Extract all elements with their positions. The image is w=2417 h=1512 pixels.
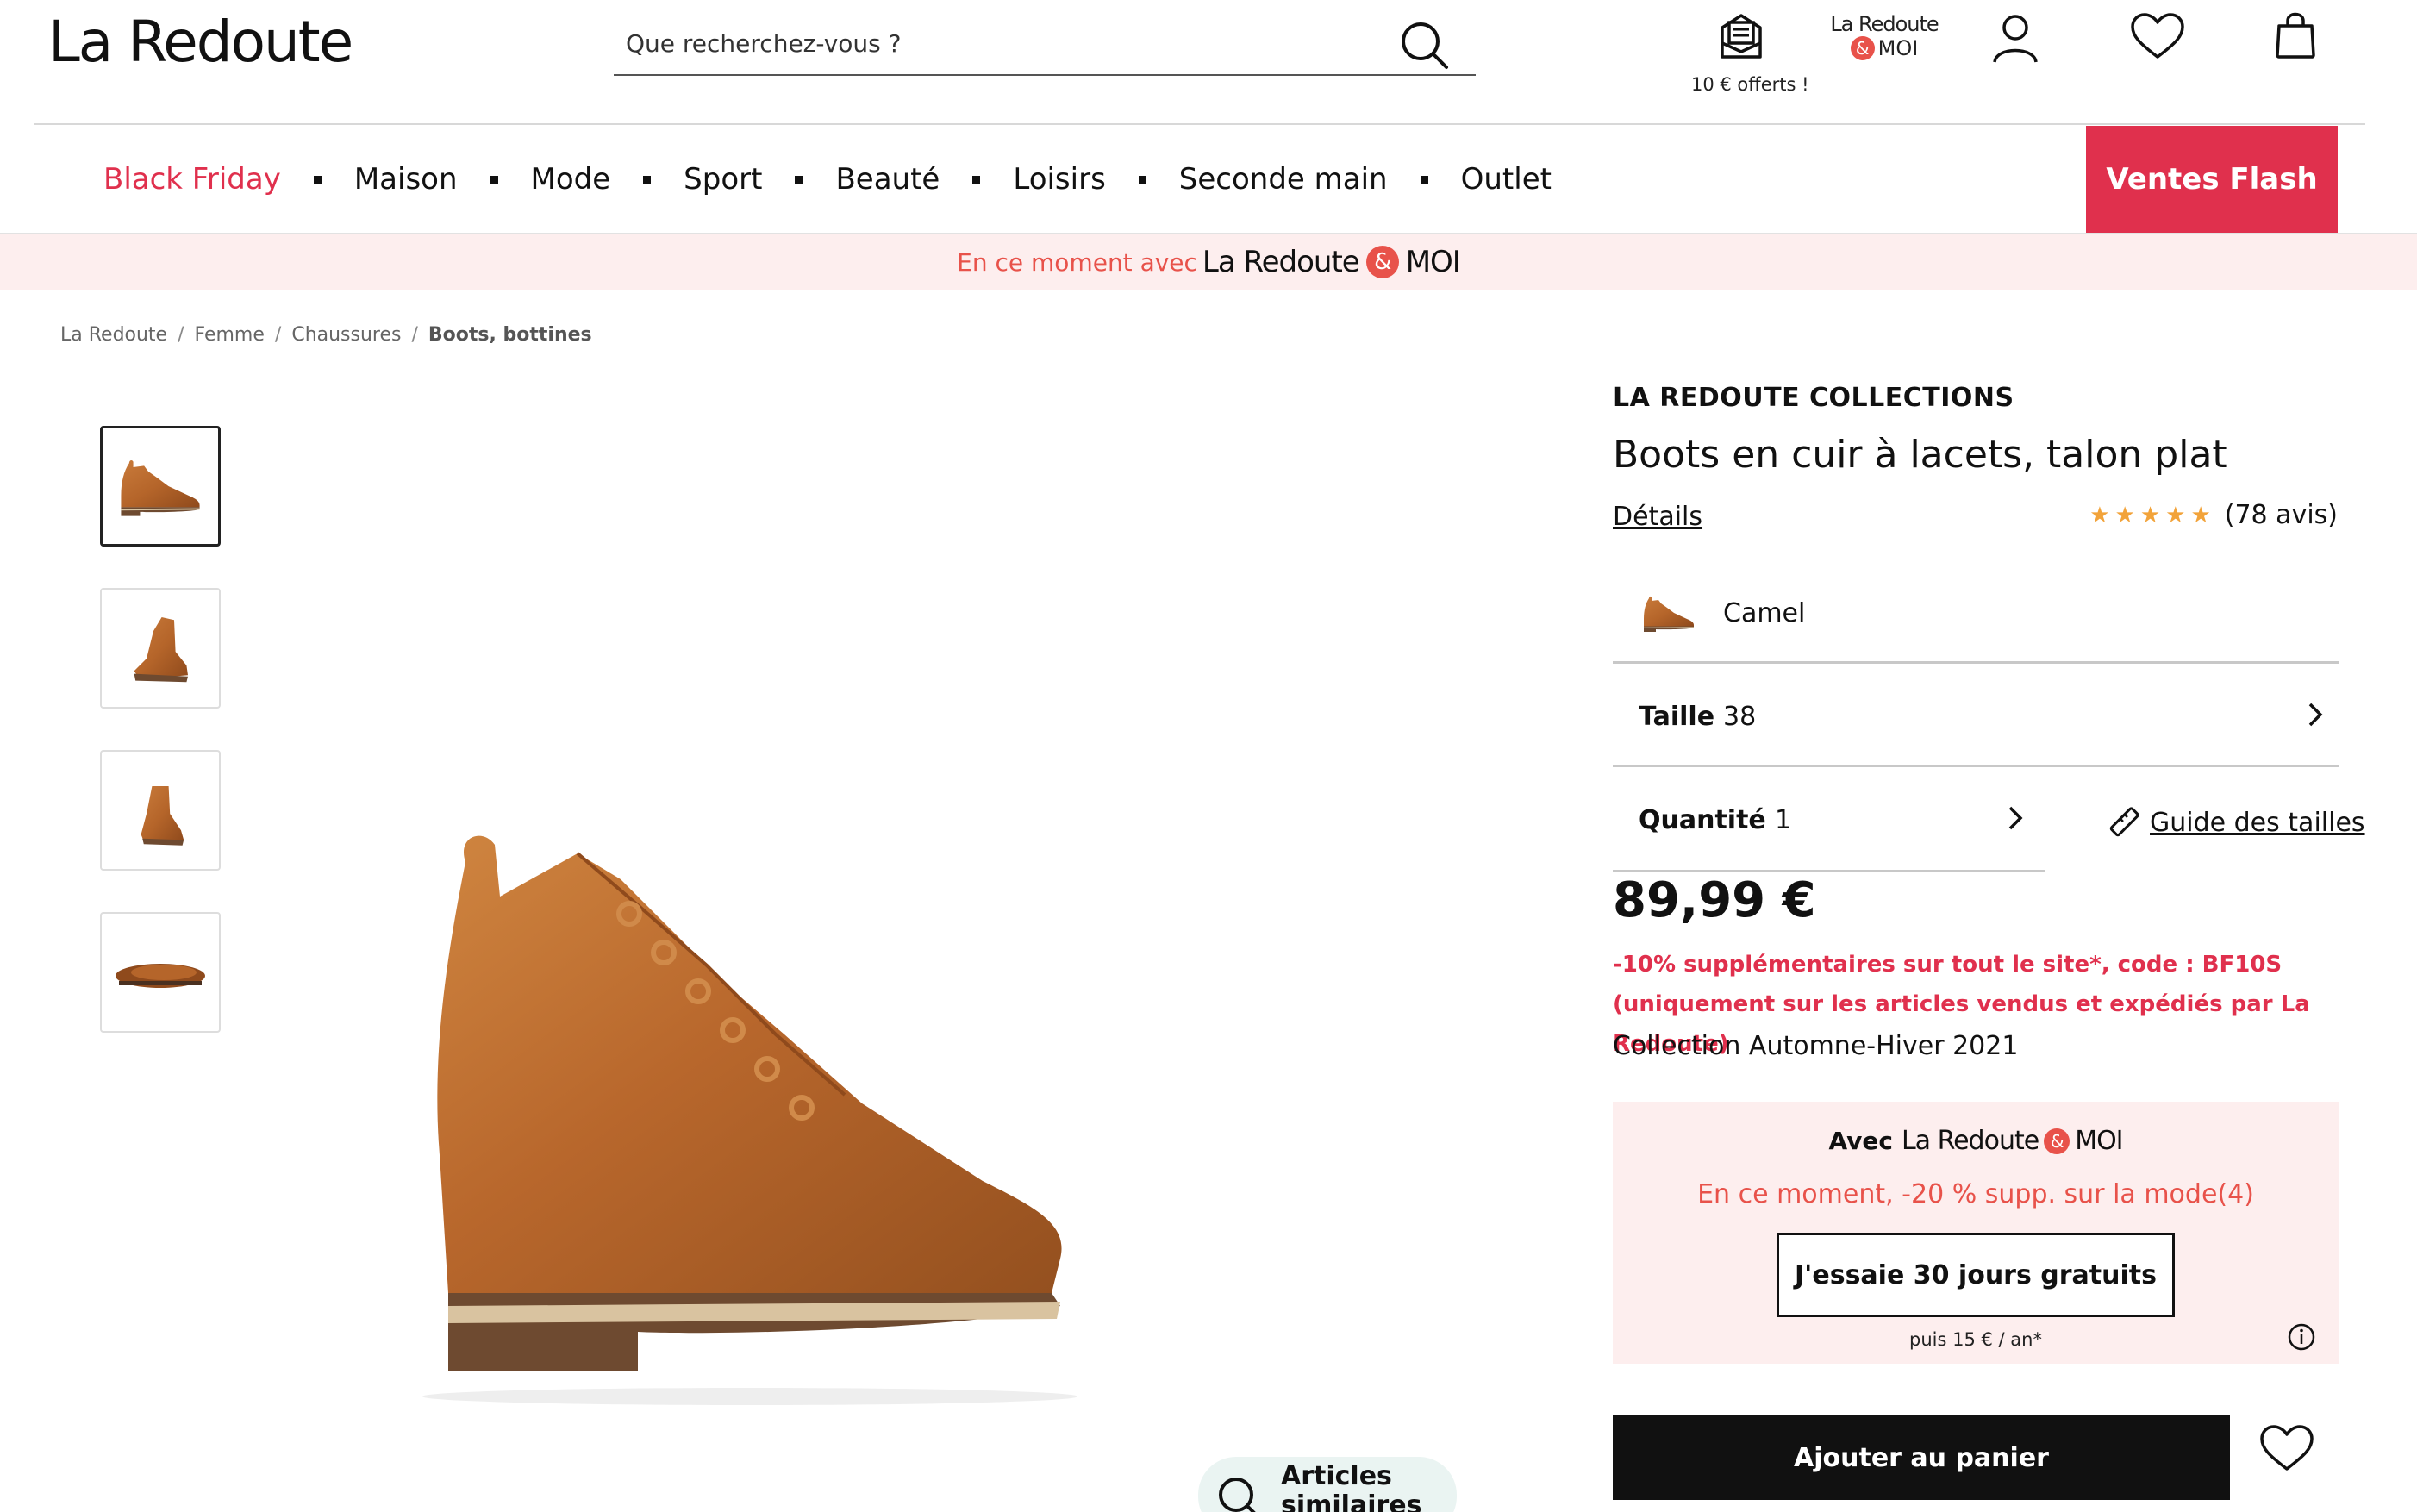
promo-ampersand: & xyxy=(1365,246,1399,278)
rating-count: (78 avis) xyxy=(2224,500,2338,530)
site-logo[interactable]: La Redoute xyxy=(48,9,353,75)
boot-sole-thumbnail xyxy=(116,964,205,988)
rating-stars: ★★★★★ xyxy=(2089,502,2216,528)
moi-logo-brand: La Redoute xyxy=(1830,12,1939,36)
size-value: 38 xyxy=(1723,702,1757,732)
ventes-flash-button[interactable]: Ventes Flash xyxy=(2086,126,2338,233)
breadcrumb-separator: / xyxy=(274,324,282,346)
nav-item-loisirs[interactable]: Loisirs xyxy=(1013,162,1105,197)
moi-logo[interactable]: La Redoute & MOI xyxy=(1824,12,1945,64)
nav-separator xyxy=(313,175,322,184)
breadcrumb-item-home[interactable]: La Redoute xyxy=(60,324,167,346)
add-to-cart-button[interactable]: Ajouter au panier xyxy=(1613,1415,2230,1500)
promo-brand-moi: MOI xyxy=(1405,245,1461,279)
moi-promo-banner[interactable]: En ce moment avec La Redoute & MOI xyxy=(0,233,2417,290)
free-trial-button[interactable]: J'essaie 30 jours gratuits xyxy=(1777,1233,2175,1317)
product-title: Boots en cuir à lacets, talon plat xyxy=(1613,433,2227,477)
breadcrumb-separator: / xyxy=(411,324,418,346)
similar-articles-label: Articles similaires xyxy=(1281,1461,1422,1512)
product-price: 89,99 € xyxy=(1613,872,1816,928)
moi-box-offer: En ce moment, -20 % supp. sur la mode(4) xyxy=(1697,1179,2254,1209)
quantity-selector[interactable]: Quantité 1 xyxy=(1613,767,2045,872)
cart-button[interactable] xyxy=(2274,10,2317,62)
quantity-label: Quantité xyxy=(1639,805,1766,835)
product-brand[interactable]: LA REDOUTE COLLECTIONS xyxy=(1613,383,2014,413)
nav-separator xyxy=(1420,175,1428,184)
search-button[interactable] xyxy=(1396,17,1452,72)
moi-box-brand-name: La Redoute xyxy=(1901,1126,2039,1156)
user-icon xyxy=(1993,15,2038,63)
nav-item-outlet[interactable]: Outlet xyxy=(1461,162,1552,197)
nav-item-beaute[interactable]: Beauté xyxy=(835,162,940,197)
product-main-image[interactable] xyxy=(379,810,1414,1414)
search-input[interactable] xyxy=(626,19,1367,67)
moi-box-brand: La Redoute & MOI xyxy=(1901,1126,2124,1156)
chevron-right-icon xyxy=(2308,703,2323,727)
search-icon xyxy=(1402,22,1448,69)
chevron-right-icon xyxy=(2008,806,2023,830)
nav-separator xyxy=(1138,175,1146,184)
moi-box-ampersand: & xyxy=(2044,1128,2070,1154)
moi-box-price-after: puis 15 € / an* xyxy=(1909,1329,2042,1350)
nav-item-seconde-main[interactable]: Seconde main xyxy=(1179,162,1388,197)
color-value: Camel xyxy=(1723,598,1806,628)
collection-label: Collection Automne-Hiver 2021 xyxy=(1613,1031,2019,1061)
nav-item-mode[interactable]: Mode xyxy=(531,162,611,197)
boot-side-thumbnail xyxy=(121,460,200,516)
info-icon[interactable] xyxy=(2287,1322,2316,1352)
moi-logo-moi: MOI xyxy=(1877,36,1919,60)
product-thumbnail-1[interactable] xyxy=(100,426,221,547)
offer-label[interactable]: 10 € offerts ! xyxy=(1691,74,1809,95)
color-swatch-camel xyxy=(1644,596,1694,632)
ruler-icon xyxy=(2109,807,2139,837)
promo-brand-name: La Redoute xyxy=(1202,245,1360,279)
gift-card-icon xyxy=(1721,14,1762,59)
product-thumbnail-4[interactable] xyxy=(100,912,221,1033)
main-nav: Black Friday Maison Mode Sport Beauté Lo… xyxy=(103,152,1552,207)
breadcrumb-item-current: Boots, bottines xyxy=(428,324,592,346)
breadcrumb-separator: / xyxy=(178,324,184,346)
product-thumbnail-3[interactable] xyxy=(100,750,221,871)
nav-separator xyxy=(490,175,498,184)
moi-box-moi: MOI xyxy=(2075,1126,2123,1156)
promo-banner-brand: La Redoute & MOI xyxy=(1202,245,1461,279)
similar-articles-button[interactable]: Articles similaires xyxy=(1198,1457,1457,1512)
details-link[interactable]: Détails xyxy=(1613,502,1702,532)
account-button[interactable] xyxy=(1991,12,2039,67)
nav-separator xyxy=(643,175,652,184)
moi-ampersand: & xyxy=(1850,36,1875,60)
heart-icon xyxy=(2131,13,2184,59)
gift-offer-button[interactable] xyxy=(1714,9,1769,69)
size-guide-label: Guide des tailles xyxy=(2150,807,2365,838)
quantity-value: 1 xyxy=(1775,805,1792,835)
product-rating[interactable]: ★★★★★ (78 avis) xyxy=(2089,500,2338,530)
product-thumbnail-2[interactable] xyxy=(100,588,221,709)
size-selector[interactable]: Taille 38 xyxy=(1613,664,2339,767)
nav-separator xyxy=(972,175,981,184)
nav-item-black-friday[interactable]: Black Friday xyxy=(103,162,281,197)
breadcrumb: La Redoute / Femme / Chaussures / Boots,… xyxy=(60,324,592,346)
search-bar xyxy=(614,12,1476,76)
nav-item-sport[interactable]: Sport xyxy=(684,162,762,197)
boot-front-thumbnail xyxy=(134,617,188,683)
breadcrumb-item-femme[interactable]: Femme xyxy=(195,324,265,346)
color-selector[interactable]: Camel xyxy=(1613,560,2339,664)
nav-separator xyxy=(795,175,803,184)
header-divider xyxy=(34,123,2365,125)
heart-icon xyxy=(2260,1425,2314,1471)
boot-back-thumbnail xyxy=(141,786,184,846)
search-icon xyxy=(1219,1478,1256,1512)
nav-item-maison[interactable]: Maison xyxy=(354,162,458,197)
size-label: Taille xyxy=(1639,702,1715,732)
breadcrumb-item-chaussures[interactable]: Chaussures xyxy=(291,324,401,346)
moi-membership-box: Avec La Redoute & MOI En ce moment, -20 … xyxy=(1613,1102,2339,1364)
size-guide-link[interactable]: Guide des tailles xyxy=(2107,805,2365,840)
moi-box-avec: Avec xyxy=(1828,1127,1893,1155)
add-to-wishlist-button[interactable] xyxy=(2258,1424,2319,1484)
promo-banner-text: En ce moment avec xyxy=(957,247,1197,277)
wishlist-header-button[interactable] xyxy=(2129,12,2186,64)
shopping-bag-icon xyxy=(2276,12,2315,59)
moi-box-header: Avec La Redoute & MOI xyxy=(1613,1126,2339,1156)
